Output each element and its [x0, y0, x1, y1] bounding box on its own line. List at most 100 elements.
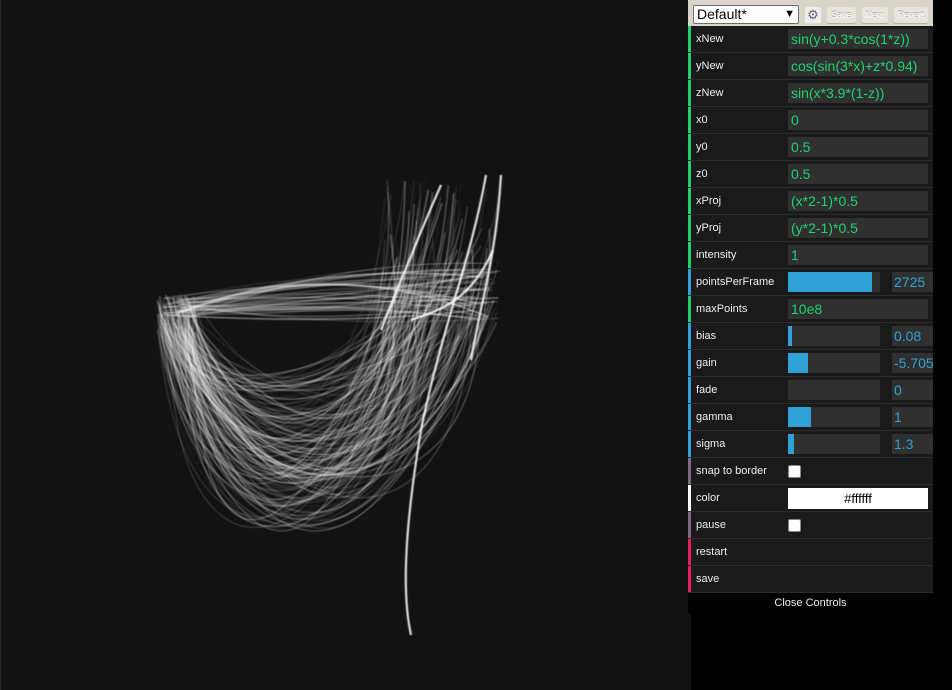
y0-input[interactable]: 0.5	[788, 137, 928, 157]
gain-slider[interactable]	[788, 353, 880, 373]
intensity-input[interactable]: 1	[788, 245, 928, 265]
row-accent-bar	[688, 134, 691, 160]
control-row-znew: zNew sin(x*3.9*(1-z))	[688, 80, 933, 107]
row-accent-bar	[688, 242, 691, 268]
fade-slider[interactable]	[788, 380, 880, 400]
control-row-sigma: sigma 1.3	[688, 431, 933, 458]
right-margin	[933, 0, 952, 690]
control-row-ynew: yNew cos(sin(3*x)+z*0.94)	[688, 53, 933, 80]
pointsperframe-slider[interactable]	[788, 272, 880, 292]
control-row-bias: bias 0.08	[688, 323, 933, 350]
row-accent-bar	[688, 80, 691, 106]
chevron-down-icon: ▼	[784, 8, 795, 20]
control-row-y0: y0 0.5	[688, 134, 933, 161]
control-row-save[interactable]: save	[688, 566, 933, 593]
snap-to-border-checkbox[interactable]	[788, 464, 801, 478]
control-row-pause: pause	[688, 512, 933, 539]
control-row-snap-to-border: snap to border	[688, 458, 933, 485]
gear-icon[interactable]: ⚙	[805, 6, 821, 23]
revert-preset-label: Revert	[897, 9, 925, 20]
preset-row: Default* ▼ ⚙ Save New Revert	[688, 0, 933, 26]
row-accent-bar	[688, 539, 691, 565]
control-label-pause: pause	[696, 519, 726, 531]
sigma-number-input[interactable]: 1.3	[892, 434, 933, 454]
yproj-input[interactable]: (y*2-1)*0.5	[788, 218, 928, 238]
control-row-intensity: intensity 1	[688, 242, 933, 269]
control-label-gamma: gamma	[696, 411, 733, 423]
row-accent-bar	[688, 188, 691, 214]
control-label-yproj: yProj	[696, 222, 722, 234]
control-row-restart[interactable]: restart	[688, 539, 933, 566]
control-label-ynew: yNew	[696, 60, 724, 72]
row-accent-bar	[688, 269, 691, 295]
attractor-canvas[interactable]	[0, 0, 691, 690]
sigma-slider[interactable]	[788, 434, 880, 454]
maxpoints-input[interactable]: 10e8	[788, 299, 928, 319]
control-row-fade: fade 0	[688, 377, 933, 404]
preset-select[interactable]: Default* ▼	[693, 5, 799, 24]
control-label-fade: fade	[696, 384, 718, 396]
row-accent-bar	[688, 566, 691, 592]
row-accent-bar	[688, 296, 691, 322]
attractor-render	[156, 174, 503, 636]
new-preset-label: New	[865, 9, 884, 20]
pause-checkbox[interactable]	[788, 518, 801, 532]
control-label-color: color	[696, 492, 720, 504]
row-accent-bar	[688, 350, 691, 376]
row-accent-bar	[688, 53, 691, 79]
control-row-color: color #ffffff	[688, 485, 933, 512]
row-accent-bar	[688, 323, 691, 349]
control-row-gamma: gamma 1	[688, 404, 933, 431]
pointsperframe-number-input[interactable]: 2725	[892, 272, 933, 292]
control-label-gain: gain	[696, 357, 717, 369]
control-label-y0: y0	[696, 141, 708, 153]
new-preset-button[interactable]: New	[861, 6, 888, 23]
revert-preset-button[interactable]: Revert	[893, 6, 929, 23]
row-accent-bar	[688, 512, 691, 538]
gain-slider-fill	[788, 353, 809, 373]
gamma-number-input[interactable]: 1	[892, 407, 933, 427]
save-preset-label: Save	[831, 9, 852, 20]
fade-number-input[interactable]: 0	[892, 380, 933, 400]
control-label-x0: x0	[696, 114, 708, 126]
control-row-xnew: xNew sin(y+0.3*cos(1*z))	[688, 26, 933, 53]
row-accent-bar	[688, 377, 691, 403]
control-label-snap-to-border: snap to border	[696, 465, 767, 477]
control-row-xproj: xProj (x*2-1)*0.5	[688, 188, 933, 215]
control-label-z0: z0	[696, 168, 708, 180]
control-row-maxpoints: maxPoints 10e8	[688, 296, 933, 323]
control-row-x0: x0 0	[688, 107, 933, 134]
control-rows: xNew sin(y+0.3*cos(1*z)) yNew cos(sin(3*x)+…	[688, 26, 933, 593]
controls-panel: Default* ▼ ⚙ Save New Revert xNew sin(y+0…	[688, 0, 933, 613]
pointsperframe-slider-fill	[788, 272, 872, 292]
control-label-bias: bias	[696, 330, 717, 342]
color-input[interactable]: #ffffff	[788, 487, 928, 509]
close-controls-button[interactable]: Close Controls	[688, 593, 933, 613]
control-row-yproj: yProj (y*2-1)*0.5	[688, 215, 933, 242]
sigma-slider-fill	[788, 434, 794, 454]
control-label-save: save	[696, 573, 720, 585]
x0-input[interactable]: 0	[788, 110, 928, 130]
control-label-sigma: sigma	[696, 438, 726, 450]
bias-slider[interactable]	[788, 326, 880, 346]
ynew-input[interactable]: cos(sin(3*x)+z*0.94)	[788, 56, 928, 76]
row-accent-bar	[688, 161, 691, 187]
gamma-slider[interactable]	[788, 407, 880, 427]
row-accent-bar	[688, 431, 691, 457]
xnew-input[interactable]: sin(y+0.3*cos(1*z))	[788, 29, 928, 49]
control-label-intensity: intensity	[696, 249, 737, 261]
row-accent-bar	[688, 458, 691, 484]
control-row-gain: gain -5.705	[688, 350, 933, 377]
gain-number-input[interactable]: -5.705	[892, 353, 933, 373]
save-preset-button[interactable]: Save	[827, 6, 856, 23]
bias-slider-fill	[788, 326, 792, 346]
z0-input[interactable]: 0.5	[788, 164, 928, 184]
xproj-input[interactable]: (x*2-1)*0.5	[788, 191, 928, 211]
bias-number-input[interactable]: 0.08	[892, 326, 933, 346]
znew-input[interactable]: sin(x*3.9*(1-z))	[788, 83, 928, 103]
control-label-xnew: xNew	[696, 33, 724, 45]
preset-select-value: Default*	[697, 6, 747, 22]
control-row-z0: z0 0.5	[688, 161, 933, 188]
control-row-pointsperframe: pointsPerFrame 2725	[688, 269, 933, 296]
control-label-xproj: xProj	[696, 195, 722, 207]
